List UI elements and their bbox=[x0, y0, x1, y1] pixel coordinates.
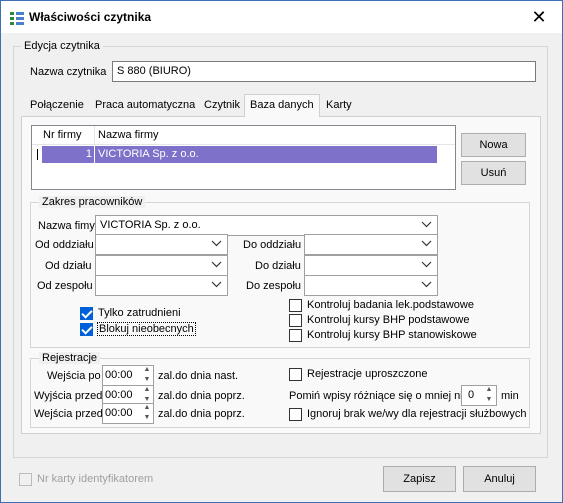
column-nazwa-firmy[interactable]: Nazwa firmy bbox=[98, 129, 159, 141]
do-oddzialu-select[interactable] bbox=[304, 234, 438, 255]
rejestracje-uproszczone-label: Rejestracje uproszczone bbox=[307, 368, 428, 380]
kontroluj-badania-checkbox[interactable] bbox=[289, 299, 302, 312]
row-nr-firmy: 1 bbox=[85, 148, 92, 160]
pomin-wpisy-label: Pomiń wpisy różniące się o mniej niż bbox=[289, 390, 469, 402]
kontroluj-bhp-stanowiskowe-label: Kontroluj kursy BHP stanowiskowe bbox=[307, 329, 477, 341]
column-nr-firmy[interactable]: Nr firmy bbox=[43, 129, 82, 141]
chevron-down-icon bbox=[211, 240, 222, 247]
chevron-down-icon bbox=[211, 261, 222, 268]
tylko-zatrudnieni-checkbox[interactable] bbox=[80, 307, 93, 320]
pomin-wpisy-unit: min bbox=[501, 390, 519, 402]
nazwa-czytnika-input[interactable]: S 880 (BIURO) bbox=[112, 61, 536, 82]
row-indicator bbox=[37, 149, 38, 160]
tab-czytnik[interactable]: Czytnik bbox=[199, 96, 245, 116]
tab-polaczenie[interactable]: Połączenie bbox=[25, 96, 89, 116]
od-zespolu-label: Od zespołu bbox=[37, 280, 93, 292]
do-zespolu-select[interactable] bbox=[304, 275, 438, 296]
edycja-group-label: Edycja czytnika bbox=[21, 40, 103, 52]
chevron-down-icon bbox=[421, 221, 432, 228]
ignoruj-brak-label: Ignoruj brak we/wy dla rejestracji służb… bbox=[307, 408, 527, 420]
nowa-button[interactable]: Nowa bbox=[461, 133, 526, 157]
nazwa-firmy-select[interactable]: VICTORIA Sp. z o.o. bbox=[95, 215, 438, 236]
chevron-down-icon bbox=[421, 281, 432, 288]
table-row[interactable]: 1 VICTORIA Sp. z o.o. bbox=[32, 146, 455, 163]
firmy-list[interactable]: Nr firmy Nazwa firmy 1 VICTORIA Sp. z o.… bbox=[31, 125, 456, 190]
chevron-down-icon bbox=[421, 261, 432, 268]
blokuj-nieobecnych-checkbox[interactable] bbox=[80, 323, 93, 336]
kontroluj-bhp-stanowiskowe-checkbox[interactable] bbox=[289, 329, 302, 342]
anuluj-button[interactable]: Anuluj bbox=[463, 466, 536, 492]
rejestracje-uproszczone-checkbox[interactable] bbox=[289, 368, 302, 381]
kontroluj-bhp-podstawowe-label: Kontroluj kursy BHP podstawowe bbox=[307, 314, 470, 326]
kontroluj-bhp-podstawowe-checkbox[interactable] bbox=[289, 314, 302, 327]
od-oddzialu-select[interactable] bbox=[95, 234, 228, 255]
wyjscia-przed-label: Wyjścia przed bbox=[34, 390, 103, 402]
nazwa-firmy-value: VICTORIA Sp. z o.o. bbox=[100, 219, 201, 231]
zapisz-button[interactable]: Zapisz bbox=[383, 466, 456, 492]
tab-praca-automatyczna[interactable]: Praca automatyczna bbox=[90, 96, 200, 116]
row-nazwa-firmy: VICTORIA Sp. z o.o. bbox=[98, 148, 199, 160]
wejscia-po-suffix: zal.do dnia nast. bbox=[158, 370, 239, 382]
nazwa-czytnika-label: Nazwa czytnika bbox=[30, 66, 107, 78]
tab-baza-danych[interactable]: Baza danych bbox=[244, 94, 320, 117]
dialog-window: Właściwości czytnika ✕ Edycja czytnika N… bbox=[0, 0, 563, 503]
do-zespolu-label: Do zespołu bbox=[246, 280, 302, 292]
wejscia-przed-label: Wejścia przed bbox=[34, 408, 103, 420]
row-nr-cell: 1 bbox=[42, 146, 94, 163]
chevron-down-icon bbox=[421, 240, 432, 247]
od-zespolu-select[interactable] bbox=[95, 275, 228, 296]
usun-button[interactable]: Usuń bbox=[461, 161, 526, 185]
zakres-group-label: Zakres pracowników bbox=[39, 196, 146, 208]
do-oddzialu-label: Do oddziału bbox=[243, 239, 302, 251]
row-nazwa-cell: VICTORIA Sp. z o.o. bbox=[95, 146, 437, 163]
blokuj-nieobecnych-label: Blokuj nieobecnych bbox=[97, 322, 196, 336]
od-dzialu-select[interactable] bbox=[95, 255, 228, 276]
window-title: Właściwości czytnika bbox=[29, 10, 152, 24]
do-dzialu-label: Do działu bbox=[255, 260, 301, 272]
ignoruj-brak-checkbox[interactable] bbox=[289, 408, 302, 421]
close-button[interactable]: ✕ bbox=[521, 4, 557, 30]
wejscia-po-label: Wejścia po bbox=[47, 370, 101, 382]
od-dzialu-label: Od działu bbox=[45, 260, 92, 272]
do-dzialu-select[interactable] bbox=[304, 255, 438, 276]
firmy-list-header: Nr firmy Nazwa firmy bbox=[32, 126, 455, 145]
tylko-zatrudnieni-label: Tylko zatrudnieni bbox=[98, 307, 181, 319]
wyjscia-przed-suffix: zal.do dnia poprz. bbox=[158, 390, 245, 402]
kontroluj-badania-label: Kontroluj badania lek.podstawowe bbox=[307, 299, 474, 311]
close-icon: ✕ bbox=[531, 7, 547, 27]
nr-karty-checkbox[interactable] bbox=[19, 473, 32, 486]
nazwa-firmy-label: Nazwa fimy bbox=[38, 220, 95, 232]
tab-karty[interactable]: Karty bbox=[321, 96, 357, 116]
title-bar: Właściwości czytnika ✕ bbox=[1, 1, 562, 33]
wejscia-przed-suffix: zal.do dnia poprz. bbox=[158, 408, 245, 420]
pomin-wpisy-spinner[interactable]: ▲ ▼ bbox=[482, 385, 496, 406]
wejscia-przed-spinner[interactable]: ▲ ▼ bbox=[140, 403, 154, 424]
wejscia-po-spinner[interactable]: ▲ ▼ bbox=[140, 365, 154, 386]
app-icon bbox=[10, 12, 24, 25]
rejestracje-group-label: Rejestracje bbox=[39, 352, 101, 364]
nr-karty-label: Nr karty identyfikatorem bbox=[37, 473, 154, 485]
chevron-down-icon bbox=[211, 281, 222, 288]
od-oddzialu-label: Od oddziału bbox=[35, 239, 94, 251]
